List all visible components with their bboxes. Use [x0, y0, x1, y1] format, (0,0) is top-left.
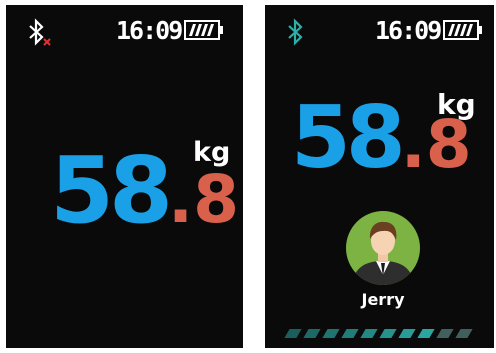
progress-segment — [303, 329, 321, 338]
weight-unit: kg — [193, 137, 231, 168]
bluetooth-connected-icon — [288, 18, 303, 46]
user-avatar-icon — [346, 211, 420, 285]
progress-segment — [341, 329, 359, 338]
progress-segment — [398, 329, 416, 338]
progress-segment — [360, 329, 378, 338]
progress-segment — [455, 329, 473, 338]
progress-segment — [417, 329, 435, 338]
progress-segment — [322, 329, 340, 338]
progress-segment — [284, 329, 302, 338]
battery-full-icon — [184, 20, 223, 40]
progress-segment — [379, 329, 397, 338]
weight-integer: 58 — [50, 137, 173, 244]
weight-decimal: .8 — [168, 161, 240, 238]
user-name: Jerry — [361, 290, 405, 309]
progress-segment — [436, 329, 454, 338]
scale-screen-disconnected: 16:09 58.8 kg — [6, 5, 243, 348]
battery-full-icon — [443, 20, 482, 40]
weight-display: 58.8 — [291, 95, 472, 181]
weight-integer: 58 — [291, 88, 406, 188]
clock-time: 16:09 — [375, 16, 442, 45]
bluetooth-disconnected-icon — [29, 18, 51, 46]
clock-time: 16:09 — [116, 16, 183, 45]
weight-decimal: .8 — [400, 106, 472, 183]
measure-progress-bar — [284, 329, 487, 339]
scale-screen-user: 16:09 kg 58.8 Jerry — [265, 5, 494, 348]
stage: 16:09 58.8 kg 16:09 kg 58.8 Jerry — [0, 0, 496, 353]
